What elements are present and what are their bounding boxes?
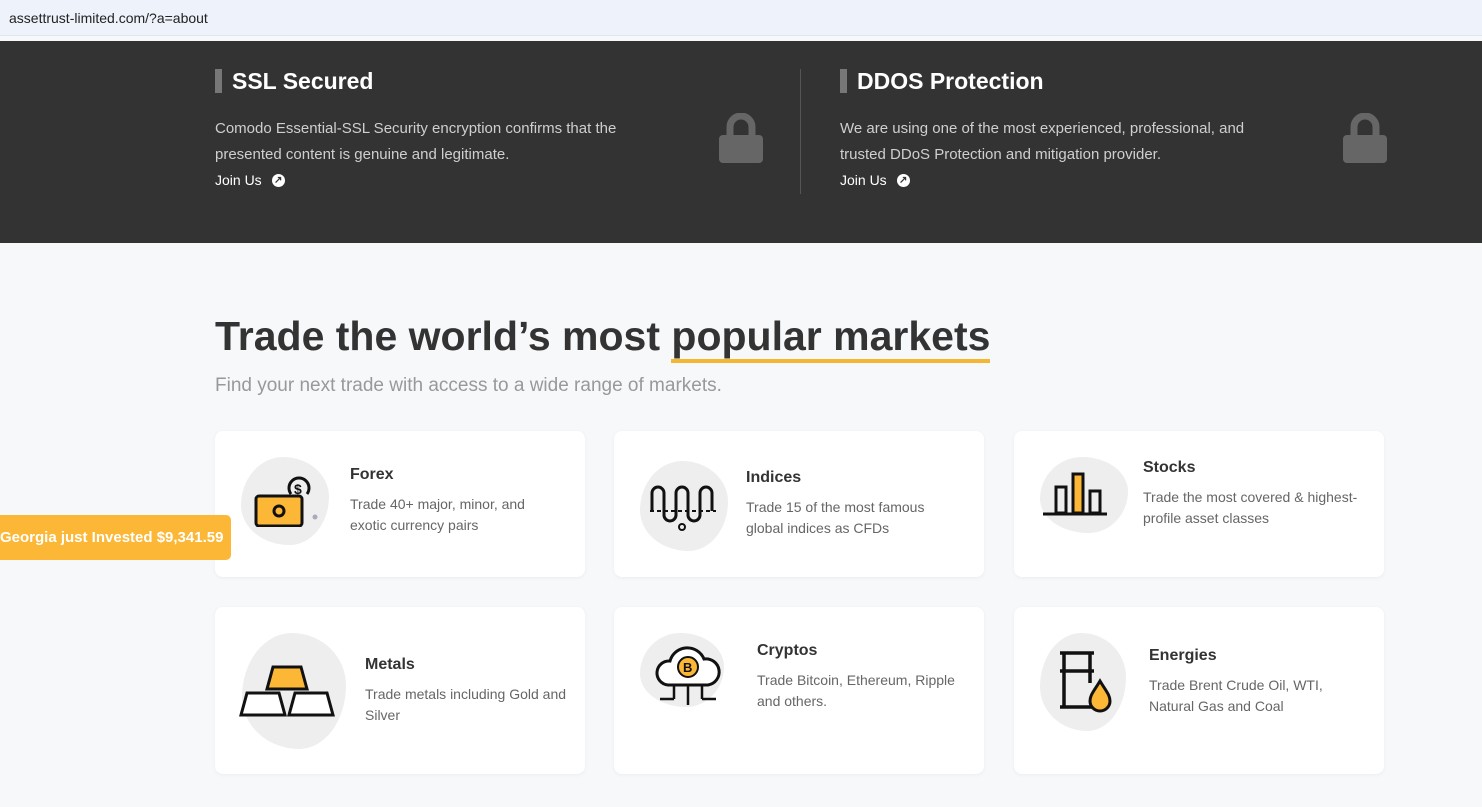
join-label: Join Us xyxy=(215,172,262,188)
card-title: Forex xyxy=(350,466,394,483)
chart-wave-icon xyxy=(650,485,716,531)
lock-icon xyxy=(719,113,763,163)
oil-barrel-icon xyxy=(1060,651,1112,713)
bar-chart-icon xyxy=(1043,472,1107,516)
card-desc: Trade 15 of the most famous global indic… xyxy=(746,499,925,536)
investment-toast: Georgia just Invested $9,341.59 xyxy=(0,515,231,560)
card-title: Cryptos xyxy=(757,642,818,659)
security-section: SSL Secured Comodo Essential-SSL Securit… xyxy=(0,41,1482,243)
card-desc: Trade 40+ major, minor, and exotic curre… xyxy=(350,496,525,533)
market-card-energies[interactable]: Energies Trade Brent Crude Oil, WTI, Nat… xyxy=(1014,607,1384,774)
money-icon: $ xyxy=(254,476,318,527)
join-label: Join Us xyxy=(840,172,887,188)
join-us-link[interactable]: Join Us ↗ xyxy=(840,172,1400,188)
join-us-link[interactable]: Join Us ↗ xyxy=(215,172,775,188)
card-desc: Trade Brent Crude Oil, WTI, Natural Gas … xyxy=(1149,677,1323,714)
card-desc: Trade metals including Gold and Silver xyxy=(365,686,567,723)
markets-subtitle: Find your next trade with access to a wi… xyxy=(215,375,722,396)
divider xyxy=(800,69,801,194)
address-bar[interactable]: assettrust-limited.com/?a=about xyxy=(0,0,1482,36)
card-title: Stocks xyxy=(1143,459,1196,476)
feature-ssl: SSL Secured Comodo Essential-SSL Securit… xyxy=(215,69,775,188)
markets-title: Trade the world’s most popular markets xyxy=(215,313,991,363)
feature-text: We are using one of the most experienced… xyxy=(840,120,1245,163)
card-title: Metals xyxy=(365,656,415,673)
card-title: Indices xyxy=(746,469,802,486)
market-card-forex[interactable]: $ Forex Trade 40+ major, minor, and exot… xyxy=(215,431,585,577)
title-highlight: popular markets xyxy=(671,313,991,363)
feature-ddos: DDOS Protection We are using one of the … xyxy=(840,69,1400,188)
market-card-stocks[interactable]: Stocks Trade the most covered & highest-… xyxy=(1014,431,1384,577)
arrow-icon: ↗ xyxy=(896,173,910,187)
arrow-icon: ↗ xyxy=(271,173,285,187)
card-title: Energies xyxy=(1149,647,1217,664)
feature-text: Comodo Essential-SSL Security encryption… xyxy=(215,120,617,163)
lock-icon xyxy=(1343,113,1387,163)
market-card-metals[interactable]: Metals Trade metals including Gold and S… xyxy=(215,607,585,774)
card-desc: Trade Bitcoin, Ethereum, Ripple and othe… xyxy=(757,672,955,709)
feature-title: SSL Secured xyxy=(215,69,775,93)
market-card-cryptos[interactable]: B Cryptos Trade Bitcoin, Ethereum, Rippl… xyxy=(614,607,984,774)
crypto-cloud-icon: B xyxy=(655,646,721,705)
market-card-indices[interactable]: Indices Trade 15 of the most famous glob… xyxy=(614,431,984,577)
gold-bars-icon xyxy=(239,665,335,717)
title-plain: Trade the world’s most xyxy=(215,313,672,359)
svg-text:B: B xyxy=(683,660,692,675)
feature-title: DDOS Protection xyxy=(840,69,1400,93)
card-desc: Trade the most covered & highest-profile… xyxy=(1143,489,1358,526)
